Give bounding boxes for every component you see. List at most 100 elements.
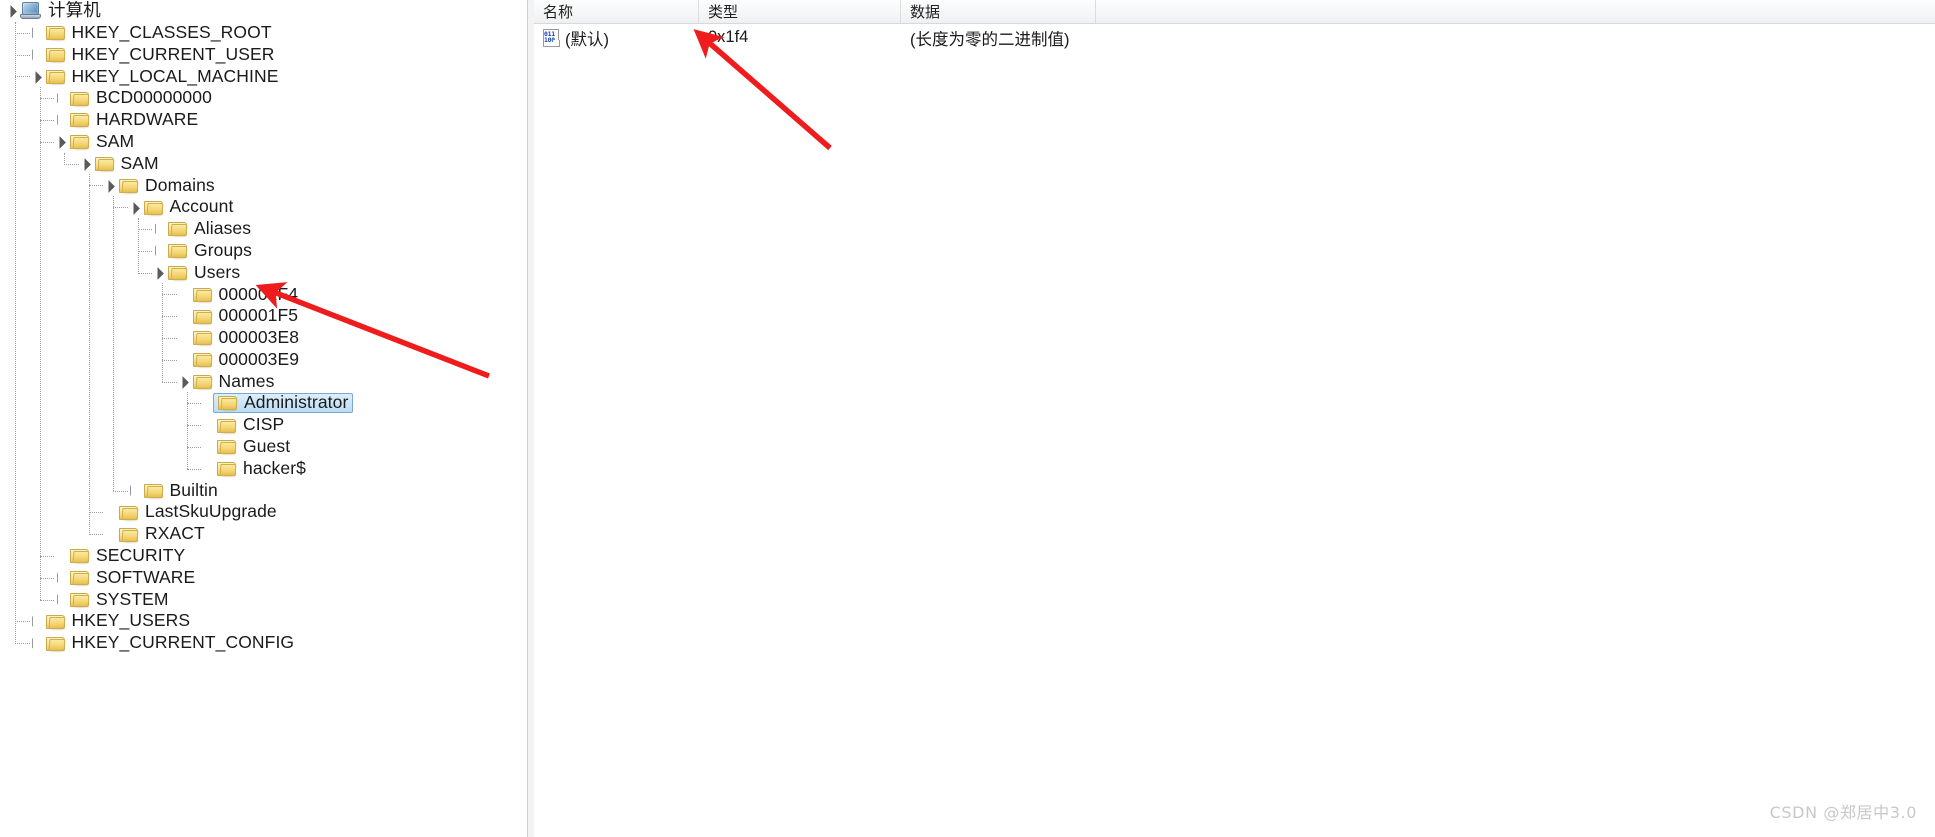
tree-item-000003e8[interactable]: 000003E8 bbox=[0, 327, 527, 349]
tree-item-security[interactable]: SECURITY bbox=[0, 545, 527, 567]
tree-item-cisp[interactable]: CISP bbox=[0, 414, 527, 436]
tree-item-account[interactable]: Account bbox=[0, 196, 527, 218]
tree-item-lastskuupgrade[interactable]: LastSkuUpgrade bbox=[0, 501, 527, 523]
tree-item-hkey-current-config[interactable]: HKEY_CURRENT_CONFIG bbox=[0, 632, 527, 654]
tree-item-bcd00000000[interactable]: BCD00000000 bbox=[0, 87, 527, 109]
expand-triangle-icon[interactable] bbox=[29, 636, 44, 651]
tree-item-content[interactable]: HKEY_CLASSES_ROOT bbox=[44, 23, 272, 42]
tree-item-content[interactable]: SOFTWARE bbox=[68, 568, 195, 587]
tree-guide-line bbox=[137, 229, 152, 230]
tree-item-content[interactable]: CISP bbox=[215, 416, 284, 434]
tree-item-content[interactable]: Names bbox=[191, 372, 275, 391]
collapse-triangle-icon[interactable] bbox=[53, 134, 68, 149]
expand-triangle-icon[interactable] bbox=[53, 592, 68, 607]
tree-item-000003e9[interactable]: 000003E9 bbox=[0, 349, 527, 371]
expand-triangle-icon[interactable] bbox=[53, 570, 68, 585]
tree-item-content[interactable]: Builtin bbox=[142, 481, 218, 500]
tree-item-hkey-current-user[interactable]: HKEY_CURRENT_USER bbox=[0, 44, 527, 66]
tree-item-groups[interactable]: Groups bbox=[0, 240, 527, 262]
tree-item-hkey-local-machine[interactable]: HKEY_LOCAL_MACHINE bbox=[0, 65, 527, 87]
values-list[interactable]: 011 100 (默认) 0x1f4 (长度为零的二进制值) bbox=[534, 24, 1935, 51]
tree-item-system[interactable]: SYSTEM bbox=[0, 589, 527, 611]
tree-item-content[interactable]: 000003E9 bbox=[191, 350, 300, 369]
column-header-name-label: 名称 bbox=[543, 3, 574, 21]
tree-item-content[interactable]: SYSTEM bbox=[68, 590, 169, 609]
column-header-type[interactable]: 类型 bbox=[699, 0, 901, 23]
value-name-cell[interactable]: 011 100 (默认) bbox=[534, 26, 699, 50]
table-row[interactable]: 011 100 (默认) 0x1f4 (长度为零的二进制值) bbox=[534, 24, 1935, 51]
tree-item-content[interactable]: 000003E8 bbox=[191, 329, 300, 347]
folder-icon bbox=[70, 591, 91, 608]
tree-item-content[interactable]: RXACT bbox=[117, 525, 205, 543]
tree-item-rxact[interactable]: RXACT bbox=[0, 523, 527, 545]
collapse-triangle-icon[interactable] bbox=[151, 265, 166, 280]
tree-item-000001f4[interactable]: 000001F4 bbox=[0, 283, 527, 305]
collapse-triangle-icon[interactable] bbox=[102, 178, 117, 193]
collapse-triangle-icon[interactable] bbox=[29, 69, 44, 84]
tree-item-content[interactable]: HKEY_USERS bbox=[44, 612, 191, 630]
tree-item-content[interactable]: LastSkuUpgrade bbox=[117, 503, 277, 521]
values-column-header[interactable]: 名称 类型 数据 bbox=[534, 0, 1935, 24]
tree-item-builtin[interactable]: Builtin bbox=[0, 480, 527, 502]
collapse-triangle-icon[interactable] bbox=[127, 200, 142, 215]
tree-item-content[interactable]: SAM bbox=[93, 154, 159, 173]
tree-item-domains[interactable]: Domains bbox=[0, 174, 527, 196]
tree-item-hkey-classes-root[interactable]: HKEY_CLASSES_ROOT bbox=[0, 22, 527, 44]
registry-values-pane[interactable]: 名称 类型 数据 011 100 (默认) 0x1f4 (长度为零的二进制值) bbox=[534, 0, 1935, 837]
registry-tree[interactable]: 计算机 HKEY_CLASSES_ROOT HKEY_CURRENT_USER HKE… bbox=[0, 0, 527, 654]
tree-item-000001f5[interactable]: 000001F5 bbox=[0, 305, 527, 327]
tree-item-content[interactable]: 计算机 bbox=[19, 2, 101, 20]
tree-item-aliases[interactable]: Aliases bbox=[0, 218, 527, 240]
tree-item-administrator[interactable]: Administrator bbox=[0, 392, 527, 414]
tree-item-sam[interactable]: SAM bbox=[0, 153, 527, 175]
tree-item-content[interactable]: Administrator bbox=[213, 392, 354, 414]
tree-item-content[interactable]: HKEY_CURRENT_USER bbox=[44, 45, 275, 64]
tree-item-content[interactable]: Guest bbox=[215, 438, 290, 456]
expand-triangle-icon[interactable] bbox=[29, 614, 44, 629]
tree-item-content[interactable]: 000001F5 bbox=[191, 307, 299, 325]
tree-item-content[interactable]: Users bbox=[166, 263, 240, 282]
folder-icon bbox=[143, 482, 165, 499]
collapse-triangle-icon[interactable] bbox=[78, 156, 93, 171]
tree-item-content[interactable]: hacker$ bbox=[215, 459, 306, 478]
expand-triangle-icon[interactable] bbox=[127, 483, 142, 498]
tree-item-users[interactable]: Users bbox=[0, 262, 527, 284]
tree-item-hardware[interactable]: HARDWARE bbox=[0, 109, 527, 131]
value-type-cell[interactable]: 0x1f4 bbox=[699, 28, 901, 47]
tree-item-guest[interactable]: Guest bbox=[0, 436, 527, 458]
expand-triangle-icon[interactable] bbox=[53, 112, 68, 127]
expand-triangle-icon[interactable] bbox=[29, 47, 44, 62]
tree-item-content[interactable]: Aliases bbox=[166, 220, 251, 238]
folder-icon bbox=[168, 242, 189, 260]
expand-triangle-icon[interactable] bbox=[53, 91, 68, 106]
tree-item-content[interactable]: HKEY_LOCAL_MACHINE bbox=[44, 67, 279, 86]
tree-item-hacker[interactable]: hacker$ bbox=[0, 458, 527, 480]
tree-item-content[interactable]: SAM bbox=[68, 132, 134, 151]
tree-item-content[interactable]: HKEY_CURRENT_CONFIG bbox=[44, 634, 295, 652]
tree-item-content[interactable]: HARDWARE bbox=[68, 111, 198, 129]
tree-item-content[interactable]: SECURITY bbox=[68, 547, 185, 565]
expand-triangle-icon[interactable] bbox=[151, 221, 166, 236]
column-header-data[interactable]: 数据 bbox=[901, 0, 1096, 23]
binary-value-icon: 011 100 bbox=[542, 28, 562, 47]
tree-item-software[interactable]: SOFTWARE bbox=[0, 567, 527, 589]
collapse-triangle-icon[interactable] bbox=[176, 374, 191, 389]
column-header-name[interactable]: 名称 bbox=[534, 0, 699, 23]
tree-item-names[interactable]: Names bbox=[0, 371, 527, 393]
tree-item-sam[interactable]: SAM bbox=[0, 131, 527, 153]
collapse-triangle-icon[interactable] bbox=[4, 3, 19, 18]
value-data-cell[interactable]: (长度为零的二进制值) bbox=[901, 26, 1301, 50]
tree-item-content[interactable]: Groups bbox=[166, 241, 252, 260]
registry-tree-pane[interactable]: 计算机 HKEY_CLASSES_ROOT HKEY_CURRENT_USER HKE… bbox=[0, 0, 527, 837]
expand-triangle-icon[interactable] bbox=[151, 243, 166, 258]
tree-item-content[interactable]: 000001F4 bbox=[191, 285, 299, 304]
tree-item-[interactable]: 计算机 bbox=[0, 0, 527, 22]
tree-item-content[interactable]: Account bbox=[142, 198, 234, 216]
tree-item-hkey-users[interactable]: HKEY_USERS bbox=[0, 610, 527, 632]
tree-item-content[interactable]: Domains bbox=[117, 176, 215, 195]
tree-item-content[interactable]: BCD00000000 bbox=[68, 89, 212, 107]
expand-triangle-icon[interactable] bbox=[29, 25, 44, 40]
